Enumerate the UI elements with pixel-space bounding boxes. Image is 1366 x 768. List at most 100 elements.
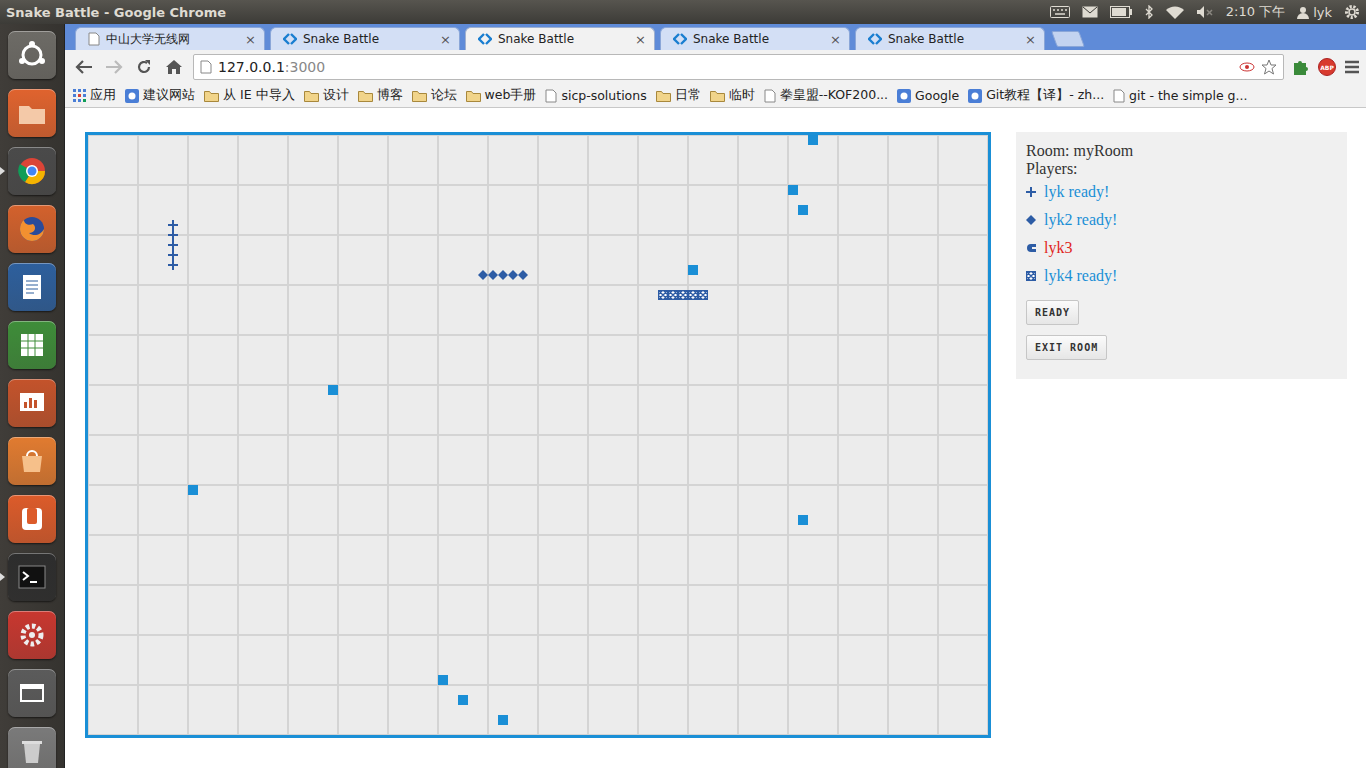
food [438, 675, 448, 685]
settings-icon[interactable] [8, 611, 56, 659]
launcher-item[interactable] [0, 263, 65, 311]
launcher-item[interactable] [0, 147, 65, 195]
launcher-item[interactable] [0, 495, 65, 543]
player-name: lyk ready! [1044, 183, 1109, 201]
food [188, 485, 198, 495]
bookmark[interactable]: sicp-solutions [545, 88, 646, 103]
battery-icon[interactable] [1110, 6, 1132, 18]
bookmark-label: 日常 [675, 87, 701, 104]
chrome-icon[interactable] [8, 147, 56, 195]
tab-close-button[interactable]: × [830, 32, 841, 47]
bookmark[interactable]: 从 IE 中导入 [204, 87, 295, 104]
extension-icon[interactable] [1292, 58, 1310, 76]
bluetooth-icon[interactable] [1144, 5, 1154, 19]
snake-segment [168, 215, 178, 225]
reload-button[interactable] [133, 56, 155, 78]
home-button[interactable] [163, 56, 185, 78]
menu-icon[interactable] [1344, 60, 1360, 74]
launcher-item[interactable] [0, 31, 65, 79]
tab-close-button[interactable]: × [1025, 32, 1036, 47]
terminal-icon[interactable] [8, 553, 56, 601]
ubuntu-one-icon[interactable] [8, 495, 56, 543]
bookmark[interactable]: 设计 [304, 87, 349, 104]
bookmark[interactable]: web手册 [466, 87, 537, 104]
eye-icon[interactable] [1239, 61, 1255, 73]
back-icon [75, 59, 93, 75]
button-row: READY [1026, 290, 1337, 325]
snake-segment [658, 285, 668, 295]
mail-icon[interactable] [1082, 6, 1098, 18]
new-tab-button[interactable] [1051, 31, 1085, 47]
bookmark[interactable]: 拳皇盟--KOF200... [764, 87, 888, 104]
tab-label: 中山大学无线网 [106, 31, 239, 48]
snake-segment [168, 225, 178, 235]
files-icon[interactable] [8, 89, 56, 137]
tab[interactable]: Snake Battle× [660, 27, 850, 50]
launcher-item[interactable] [0, 553, 65, 601]
launcher-item[interactable] [0, 205, 65, 253]
launcher-item[interactable] [0, 669, 65, 717]
gear-icon[interactable] [1344, 4, 1360, 20]
browser-window: 中山大学无线网×Snake Battle×Snake Battle×Snake … [65, 24, 1366, 768]
bookmark-label: 建议网站 [143, 87, 195, 104]
tab-close-button[interactable]: × [245, 32, 256, 47]
player-name: lyk3 [1044, 239, 1072, 257]
firefox-icon[interactable] [8, 205, 56, 253]
page-icon [764, 89, 776, 103]
wifi-icon[interactable] [1166, 6, 1184, 19]
launcher-item[interactable] [0, 727, 65, 768]
writer-icon[interactable] [8, 263, 56, 311]
snake-segment [508, 265, 518, 275]
site-icon [897, 89, 911, 103]
bookmark[interactable]: 临时 [710, 87, 755, 104]
tab[interactable]: Snake Battle× [465, 27, 655, 50]
page-icon [200, 60, 212, 74]
tab[interactable]: 中山大学无线网 × [75, 27, 265, 50]
bookmark-label: 临时 [729, 87, 755, 104]
address-bar[interactable]: 127.0.0.1:3000 [193, 54, 1284, 80]
ubuntu-icon[interactable] [8, 31, 56, 79]
trash-icon[interactable] [8, 727, 56, 768]
bookmark[interactable]: 应用 [73, 87, 116, 104]
launcher-item[interactable] [0, 89, 65, 137]
software-center-icon[interactable] [8, 437, 56, 485]
tab[interactable]: Snake Battle× [270, 27, 460, 50]
user-menu[interactable]: lyk [1297, 5, 1332, 20]
clock[interactable]: 2:10 下午 [1226, 3, 1285, 21]
bookmark[interactable]: git - the simple g... [1113, 88, 1247, 103]
tab[interactable]: Snake Battle× [855, 27, 1045, 50]
bookmark[interactable]: 建议网站 [125, 87, 195, 104]
launcher-item[interactable] [0, 437, 65, 485]
back-button[interactable] [73, 56, 95, 78]
user-name: lyk [1313, 5, 1332, 20]
launcher-item[interactable] [0, 379, 65, 427]
tab-close-button[interactable]: × [635, 32, 646, 47]
player-marker-icon [1026, 187, 1036, 197]
launcher-item[interactable] [0, 611, 65, 659]
workspace-switcher-icon[interactable] [8, 669, 56, 717]
reload-icon [136, 59, 152, 75]
volume-icon[interactable] [1196, 5, 1214, 19]
bookmark-label: 拳皇盟--KOF200... [780, 87, 888, 104]
folder-icon [358, 90, 373, 102]
star-icon[interactable] [1261, 59, 1277, 75]
snake-logo-icon [478, 33, 492, 45]
forward-button[interactable] [103, 56, 125, 78]
address-port: :3000 [285, 59, 325, 75]
exit-room-button[interactable]: EXIT ROOM [1026, 335, 1107, 360]
game-board[interactable] [85, 132, 991, 738]
adblock-button[interactable]: ABP [1318, 58, 1336, 76]
impress-icon[interactable] [8, 379, 56, 427]
bookmark[interactable]: 论坛 [412, 87, 457, 104]
bookmark[interactable]: Google [897, 88, 959, 103]
keyboard-icon[interactable] [1050, 6, 1070, 18]
bookmark[interactable]: Git教程【译】- zh... [968, 87, 1104, 104]
ready-button[interactable]: READY [1026, 300, 1079, 325]
tab-close-button[interactable]: × [440, 32, 451, 47]
address-text[interactable]: 127.0.0.1:3000 [218, 59, 325, 75]
snake-segment [668, 285, 678, 295]
bookmark[interactable]: 博客 [358, 87, 403, 104]
bookmark[interactable]: 日常 [656, 87, 701, 104]
calc-icon[interactable] [8, 321, 56, 369]
launcher-item[interactable] [0, 321, 65, 369]
